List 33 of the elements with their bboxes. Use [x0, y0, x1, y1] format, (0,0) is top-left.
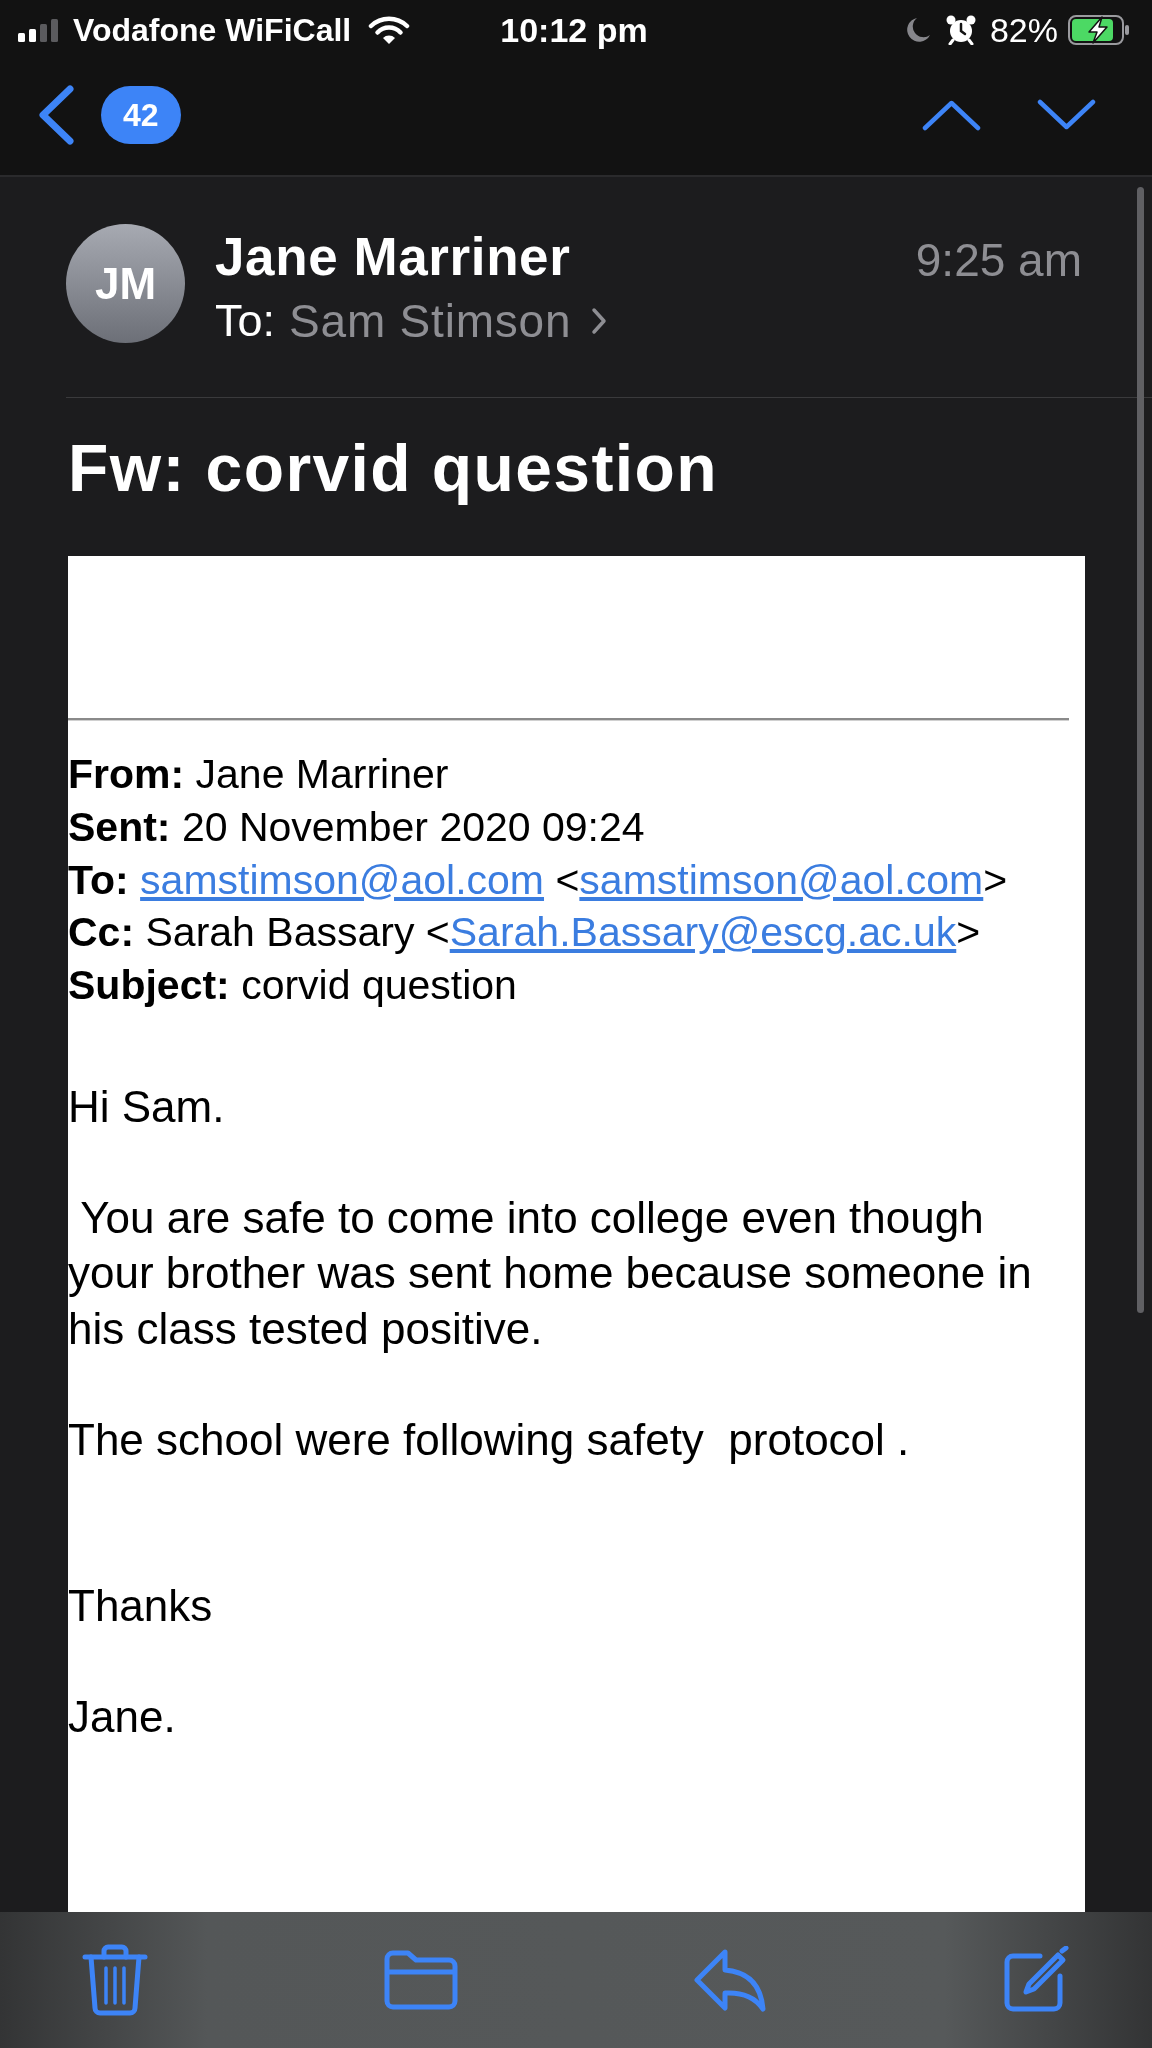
to-label: To:: [215, 294, 276, 348]
avatar: JM: [66, 224, 185, 343]
trash-icon[interactable]: [82, 1943, 148, 2017]
message-subject: Fw: corvid question: [68, 430, 719, 507]
chevron-down-icon[interactable]: [1037, 98, 1096, 131]
body-paragraph: Jane.: [68, 1691, 177, 1744]
recipient-name[interactable]: Sam Stimson: [289, 291, 572, 351]
chevron-up-icon[interactable]: [922, 98, 981, 131]
battery-percent: 82%: [989, 10, 1058, 50]
moon-icon: [905, 17, 932, 43]
chevron-right-icon[interactable]: [591, 307, 608, 335]
body-paragraph: Thanks: [68, 1580, 214, 1633]
body-paragraph: You are safe to come into college even though your brother was sent home because someone in his class tested positive.: [68, 1191, 1033, 1355]
header-field: Subject: corvid question: [68, 959, 1069, 1012]
email-link[interactable]: samstimson@aol.com: [140, 856, 544, 903]
email-link[interactable]: samstimson@aol.com: [579, 856, 984, 903]
unread-count-badge[interactable]: 42: [101, 85, 181, 144]
back-chevron-icon[interactable]: [37, 84, 75, 145]
header-field: Cc: Sarah Bassary <Sarah.Bassary@escg.ac.uk>: [68, 906, 1069, 959]
battery-charging-icon: [1068, 15, 1130, 45]
carrier-name: Vodafone WiFiCall: [73, 11, 352, 49]
header-field: To: samstimson@aol.com <samstimson@aol.com>: [68, 853, 1069, 907]
message-time: 9:25 am: [915, 233, 1082, 288]
body-paragraph: The school were following safety protocol .: [68, 1413, 911, 1466]
header-field: Sent: 20 November 2020 09:24: [68, 800, 1069, 854]
alarm-clock-icon: [945, 15, 976, 45]
signal-icon: [18, 18, 58, 42]
email-link[interactable]: Sarah.Bassary@escg.ac.uk: [449, 909, 957, 956]
header-field: From: Jane Marriner: [68, 748, 1069, 801]
sender-name: Jane Marriner: [215, 227, 572, 287]
body-paragraph: Hi Sam.: [68, 1080, 226, 1133]
status-time: 10:12 pm: [500, 10, 648, 50]
wifi-icon: [368, 15, 411, 45]
